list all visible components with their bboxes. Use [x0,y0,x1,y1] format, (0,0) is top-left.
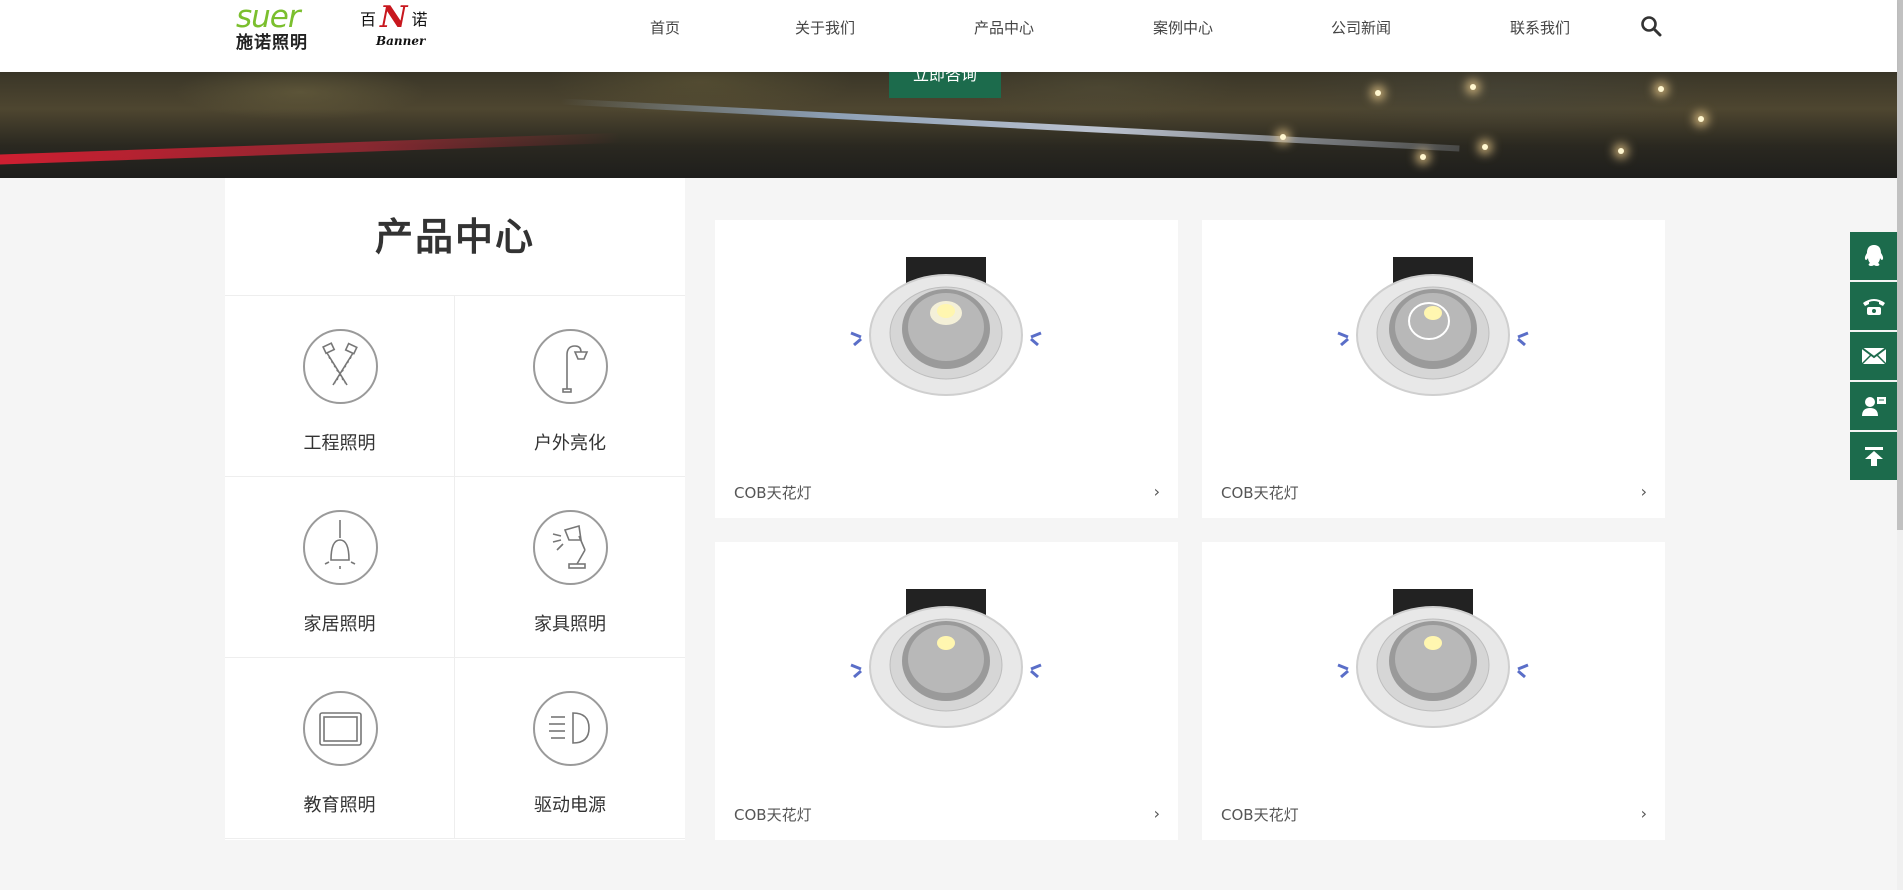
category-engineering-lighting[interactable]: 工程照明 [225,296,455,477]
category-grid: 工程照明 户外亮化 家居照明 家具照明 教育照明 驱动电源 [225,296,685,839]
suer-logo[interactable]: suer 施诺照明 [236,0,326,54]
chevron-right-icon: › [1153,482,1160,501]
panel-light-icon [303,691,378,766]
desk-lamp-icon [533,510,608,585]
banner-logo-char-right: 诺 [411,10,428,29]
banner-logo-english: Banner [376,34,426,48]
chevron-right-icon: › [1640,482,1647,501]
nav-news[interactable]: 公司新闻 [1331,17,1391,38]
product-card[interactable]: COB天花灯 › [1202,542,1665,840]
qq-icon[interactable] [1850,232,1897,280]
spotlights-icon [303,329,378,404]
page-scrollbar[interactable] [1897,0,1903,890]
nav-products[interactable]: 产品中心 [974,17,1034,38]
category-label: 家具照明 [534,614,606,635]
product-image [1202,542,1665,772]
search-icon[interactable] [1640,15,1662,37]
category-driver-power[interactable]: 驱动电源 [455,658,685,839]
chevron-right-icon: › [1153,804,1160,823]
category-furniture-lighting[interactable]: 家具照明 [455,477,685,658]
nav-about[interactable]: 关于我们 [795,17,855,38]
category-label: 工程照明 [303,433,376,454]
banner-street-light [1470,84,1476,90]
category-label: 户外亮化 [534,433,606,454]
banner-street-light [1482,144,1488,150]
banner-logo[interactable]: 百 N 诺 Banner [360,2,450,52]
banner-street-light [1420,154,1426,160]
category-label: 驱动电源 [534,795,606,816]
nav-contact[interactable]: 联系我们 [1510,17,1570,38]
banner-logo-n-mark: N [380,0,408,35]
product-image [715,542,1178,772]
banner-street-light [1658,86,1664,92]
pendant-lamp-icon [303,510,378,585]
product-image [715,220,1178,450]
headlight-icon [533,691,608,766]
nav-home[interactable]: 首页 [650,17,680,38]
category-outdoor-lighting[interactable]: 户外亮化 [455,296,685,477]
category-label: 家居照明 [303,614,376,635]
phone-icon[interactable] [1850,282,1897,330]
product-name: COB天花灯 [1221,806,1299,824]
product-name: COB天花灯 [734,806,812,824]
chevron-right-icon: › [1640,804,1647,823]
category-home-lighting[interactable]: 家居照明 [225,477,455,658]
banner-logo-char-left: 百 [360,10,377,29]
suer-logo-wordmark: suer [236,0,301,35]
product-name: COB天花灯 [1221,484,1299,502]
product-name: COB天花灯 [734,484,812,502]
banner-street-light [1375,90,1381,96]
floating-contact-bar [1850,232,1897,482]
category-panel-title: 产品中心 [225,178,685,296]
product-image [1202,220,1665,450]
category-education-lighting[interactable]: 教育照明 [225,658,455,839]
header-overlap [889,52,1001,72]
scrollbar-thumb[interactable] [1897,0,1903,530]
banner-street-light [1280,134,1286,140]
nav-cases[interactable]: 案例中心 [1153,17,1213,38]
mail-icon[interactable] [1850,332,1897,380]
product-card[interactable]: COB天花灯 › [715,220,1178,518]
banner-street-light [1698,116,1704,122]
contact-card-icon[interactable] [1850,382,1897,430]
suer-logo-chinese: 施诺照明 [236,33,308,53]
product-card[interactable]: COB天花灯 › [715,542,1178,840]
banner-logo-row: 百 N 诺 [360,2,450,34]
category-label: 教育照明 [303,795,376,816]
category-panel: 产品中心 工程照明 户外亮化 家居照明 家具照明 教育照明 驱动电源 [225,178,685,840]
banner-street-light [1618,148,1624,154]
street-lamp-icon [533,329,608,404]
product-card[interactable]: COB天花灯 › [1202,220,1665,518]
back-to-top-icon[interactable] [1850,432,1897,480]
